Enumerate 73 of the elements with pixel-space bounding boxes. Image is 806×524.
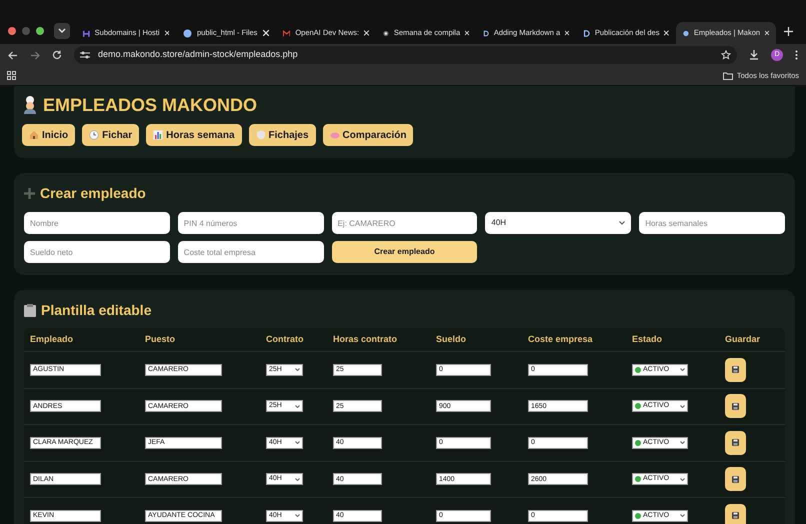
shield-icon [256,130,266,140]
nav-button[interactable]: Inicio [22,124,76,146]
more-menu-icon[interactable] [795,50,798,60]
site-settings-icon[interactable] [80,51,90,59]
column-header: Horas contrato [333,332,398,346]
nav-button[interactable]: Horas semana [146,124,242,146]
input-field[interactable]: Ej: CAMARERO [332,212,478,234]
section-title: Crear empleado [40,184,146,203]
close-icon[interactable] [765,30,769,36]
save-button[interactable] [725,504,746,524]
chevron-down-icon [680,441,685,444]
download-icon[interactable] [749,50,759,60]
apps-grid-icon[interactable] [7,71,16,80]
close-icon[interactable] [364,30,369,36]
folder-icon [722,72,733,80]
star-icon[interactable] [721,50,731,60]
reload-icon[interactable] [52,50,62,60]
plus-icon [24,188,35,198]
save-button[interactable] [725,467,746,492]
chevron-down-icon [680,404,685,408]
chevron-down-icon [619,221,626,225]
column-header: Puesto [145,332,176,346]
h-logo-icon [83,28,90,38]
input-field[interactable]: Coste total empresa [178,241,324,263]
chevron-down-icon [295,404,300,408]
save-button[interactable] [725,394,746,418]
nav-button[interactable]: Fichar [82,124,140,146]
chef-icon [22,96,38,114]
column-header: Sueldo [436,332,466,346]
close-icon[interactable] [263,30,269,36]
chevron-down-icon [295,441,300,444]
column-header: Coste empresa [528,332,593,346]
clipboard-icon [24,304,36,316]
back-arrow-icon[interactable] [8,50,18,60]
forward-arrow-icon[interactable] [30,50,40,60]
d-logo-icon [583,28,590,38]
create-button[interactable]: Crear empleado [332,241,478,263]
section-title: Plantilla editable [41,300,152,320]
input-field[interactable]: PIN 4 números [178,212,324,234]
save-button[interactable] [725,358,746,382]
address-bar[interactable]: demo.makondo.store/admin-stock/empleados.php [74,46,737,64]
column-header: Contrato [266,332,304,346]
nav-button[interactable]: Fichajes [248,124,316,146]
new-tab-icon[interactable] [784,26,793,36]
nav-button[interactable]: Comparación [322,124,414,146]
d-logo-icon [483,28,489,38]
chevron-down-icon [295,478,300,481]
save-button[interactable] [725,430,746,455]
close-icon[interactable] [664,30,669,36]
close-icon[interactable] [164,30,169,36]
close-icon[interactable] [465,30,469,36]
page-title: EMPLEADOS MAKONDO [43,94,258,116]
tab-list-button[interactable] [54,23,70,39]
column-header: Guardar [725,332,760,346]
chevron-down-icon [680,478,685,481]
envelope-icon [283,28,290,38]
circle-icon [383,28,389,38]
url-text: demo.makondo.store/admin-stock/empleados.php [98,48,299,62]
bar-chart-icon [153,130,164,140]
clock-icon [89,130,100,140]
input-field[interactable]: Nombre [24,212,170,234]
close-icon[interactable] [565,30,569,36]
chevron-down-icon [58,28,66,34]
chevron-down-icon [295,514,300,518]
chevron-down-icon [680,514,685,518]
contract-dropdown[interactable]: 40H [485,212,632,234]
column-header: Empleado [30,332,74,346]
house-icon [29,130,39,140]
chevron-down-icon [295,368,300,372]
column-header: Estado [632,332,662,346]
chevron-down-icon [680,368,685,372]
input-field[interactable]: Sueldo neto [24,241,170,263]
input-field[interactable]: Horas semanales [639,212,785,234]
